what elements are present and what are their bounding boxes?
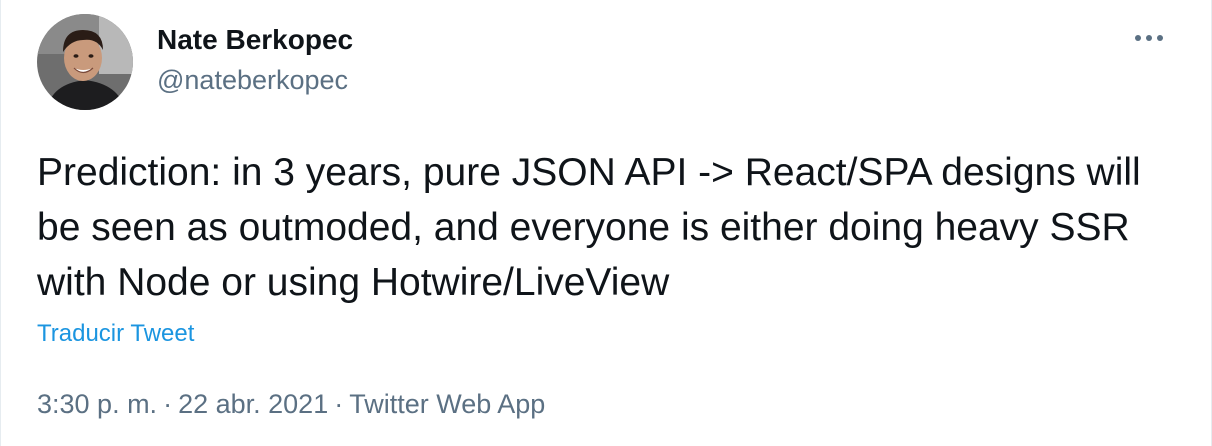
tweet-card: Nate Berkopec @nateberkopec Prediction: … [0,0,1212,446]
author-display-name[interactable]: Nate Berkopec [157,22,353,58]
avatar[interactable] [37,14,133,110]
tweet-source[interactable]: Twitter Web App [349,389,545,419]
translate-tweet-link[interactable]: Traducir Tweet [37,318,194,350]
more-options-button[interactable] [1129,22,1169,54]
tweet-text: Prediction: in 3 years, pure JSON API ->… [37,151,1141,304]
tweet-date[interactable]: 22 abr. 2021 [178,389,328,419]
tweet-time[interactable]: 3:30 p. m. [37,389,157,419]
meta-separator: · [163,389,173,419]
author-handle[interactable]: @nateberkopec [157,62,348,98]
more-horizontal-icon [1135,35,1163,41]
tweet-meta: 3:30 p. m. · 22 abr. 2021 · Twitter Web App [37,386,545,422]
avatar-photo [37,14,133,110]
meta-separator: · [334,389,344,419]
